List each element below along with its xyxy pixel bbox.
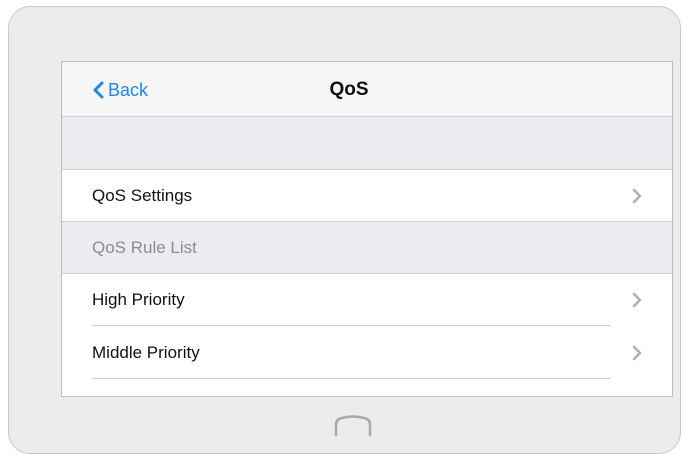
home-button-icon[interactable] — [334, 415, 372, 437]
qos-settings-row[interactable]: QoS Settings — [62, 170, 672, 222]
chevron-right-icon — [632, 188, 642, 204]
screen: Back QoS QoS Settings QoS Rule List High… — [61, 61, 673, 397]
page-title: QoS — [329, 79, 369, 100]
qos-rule-list-label: QoS Rule List — [92, 238, 197, 257]
qos-rule-list-header: QoS Rule List — [62, 222, 672, 274]
page-title-wrap: QoS — [62, 79, 672, 101]
chevron-right-icon — [632, 292, 642, 308]
empty-section-header — [62, 117, 672, 170]
high-priority-row[interactable]: High Priority — [62, 274, 672, 326]
high-priority-label: High Priority — [92, 290, 185, 309]
navigation-bar: Back QoS — [62, 62, 672, 117]
divider — [92, 325, 610, 326]
divider — [92, 378, 610, 379]
back-button[interactable]: Back — [92, 79, 148, 101]
chevron-left-icon — [93, 81, 104, 99]
qos-settings-label: QoS Settings — [92, 186, 193, 205]
chevron-right-icon — [632, 345, 642, 361]
back-label: Back — [108, 79, 149, 100]
middle-priority-row[interactable]: Middle Priority — [62, 327, 672, 379]
middle-priority-label: Middle Priority — [92, 343, 200, 362]
